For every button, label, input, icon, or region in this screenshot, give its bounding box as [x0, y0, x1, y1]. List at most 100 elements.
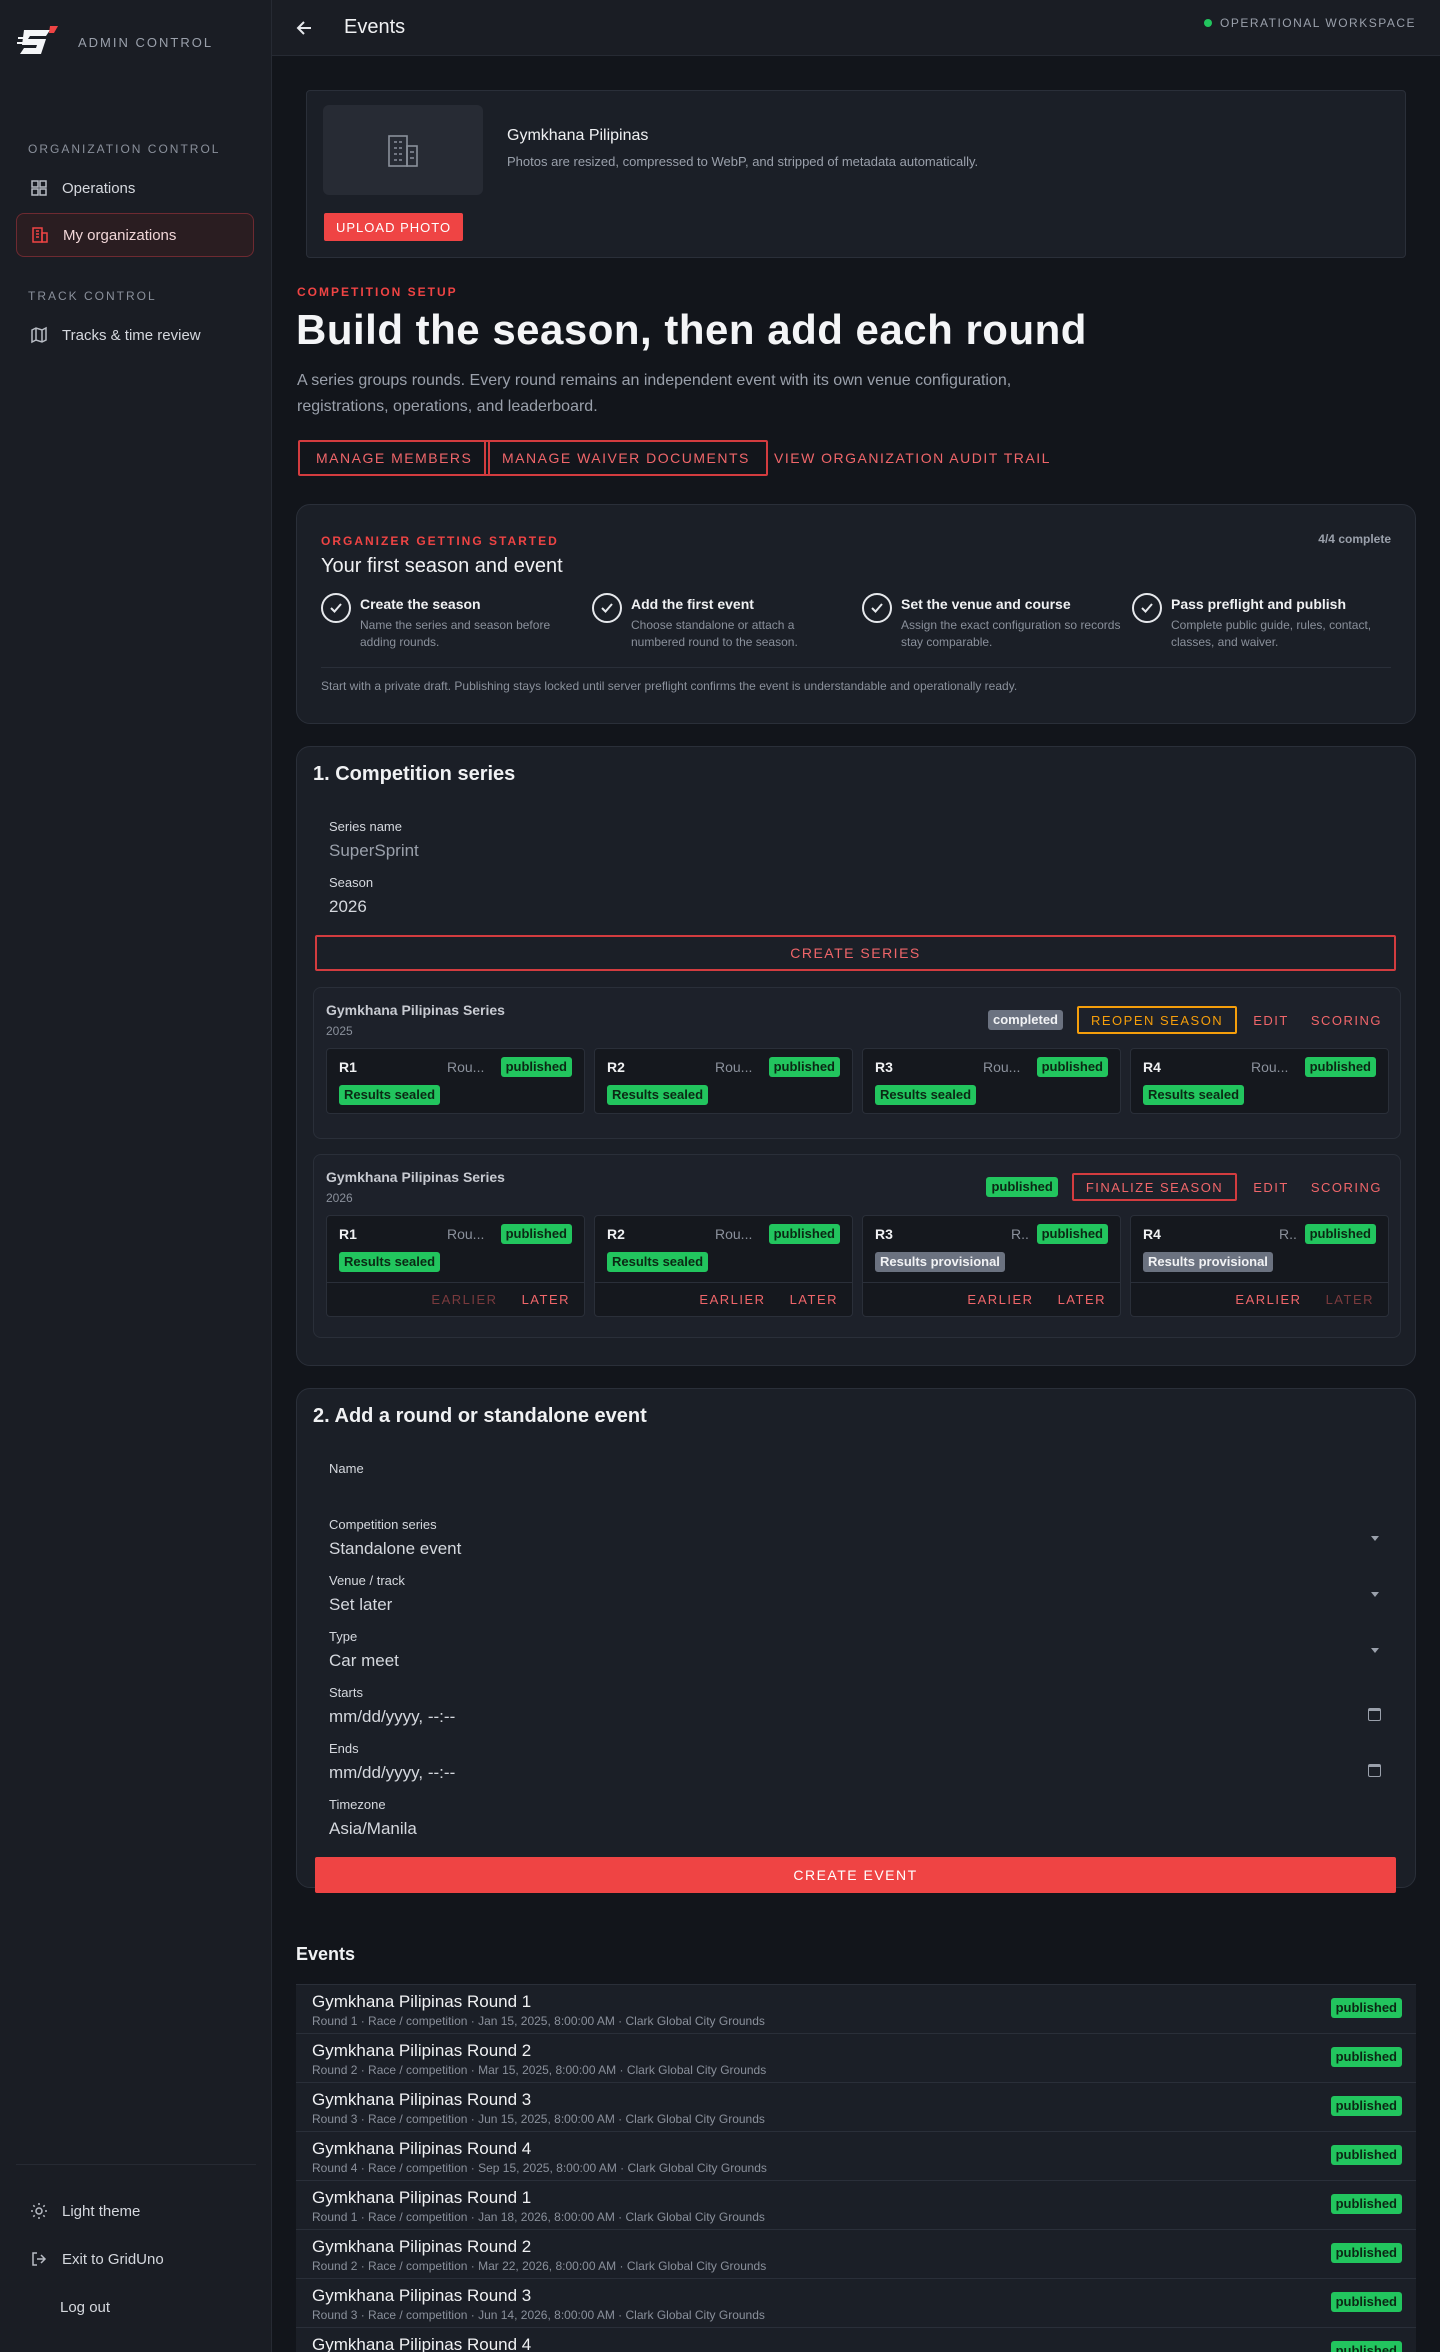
scoring-button[interactable]: SCORING: [1305, 1006, 1388, 1034]
round-card[interactable]: R1 Rou... published Results sealed: [326, 1048, 585, 1114]
round-code: R1: [339, 1226, 357, 1242]
list-item[interactable]: Gymkhana Pilipinas Round 3 Round 3 · Rac…: [296, 2278, 1416, 2327]
round-reorder: EARLIER LATER: [863, 1282, 1120, 1316]
building-placeholder-icon: [388, 135, 418, 167]
round-card[interactable]: R2 Rou... published Results sealed EARLI…: [594, 1215, 853, 1317]
calendar-icon[interactable]: [1368, 1764, 1381, 1777]
step-description: Assign the exact configuration so record…: [901, 618, 1121, 649]
sidebar-item-exit[interactable]: Exit to GridUno: [16, 2237, 254, 2281]
round-card[interactable]: R2 Rou... published Results sealed: [594, 1048, 853, 1114]
back-button[interactable]: [290, 14, 318, 42]
event-meta: Round 2 · Race / competition · Mar 22, 2…: [312, 2259, 767, 2273]
upload-photo-button[interactable]: UPLOAD PHOTO: [324, 213, 464, 241]
create-series-button[interactable]: CREATE SERIES: [315, 935, 1396, 971]
round-code: R4: [1143, 1226, 1161, 1242]
page-title: Events: [344, 16, 406, 38]
arrow-left-icon: [296, 21, 311, 35]
ends-input[interactable]: mm/dd/yyyy, --:--: [329, 1763, 455, 1783]
season-input[interactable]: 2026: [329, 897, 367, 917]
step-description: Complete public guide, rules, contact, c…: [1171, 618, 1372, 649]
check-icon: [321, 593, 351, 623]
chevron-down-icon: [1371, 1648, 1379, 1653]
move-later-button[interactable]: LATER: [1058, 1292, 1106, 1307]
list-item[interactable]: Gymkhana Pilipinas Round 2 Round 2 · Rac…: [296, 2033, 1416, 2082]
scoring-button[interactable]: SCORING: [1305, 1173, 1388, 1201]
reopen-season-button[interactable]: REOPEN SEASON: [1077, 1006, 1238, 1034]
move-earlier-button[interactable]: EARLIER: [699, 1292, 765, 1307]
event-title: Gymkhana Pilipinas Round 1: [312, 2188, 532, 2207]
sidebar-item-tracks[interactable]: Tracks & time review: [16, 313, 254, 357]
sidebar-item-logout[interactable]: Log out: [16, 2285, 254, 2329]
season-year: 2025: [326, 1024, 353, 1038]
audit-trail-link[interactable]: VIEW ORGANIZATION AUDIT TRAIL: [774, 440, 1051, 476]
type-select[interactable]: Car meet: [329, 1651, 399, 1671]
list-item[interactable]: Gymkhana Pilipinas Round 4 published: [296, 2327, 1416, 2352]
season-block-2025: Gymkhana Pilipinas Series 2025 completed…: [313, 987, 1401, 1139]
manage-waivers-button[interactable]: MANAGE WAIVER DOCUMENTS: [484, 440, 768, 476]
list-item[interactable]: Gymkhana Pilipinas Round 3 Round 3 · Rac…: [296, 2082, 1416, 2131]
photo-note: Photos are resized, compressed to WebP, …: [507, 154, 979, 169]
venue-select[interactable]: Set later: [329, 1595, 392, 1615]
building-icon: [32, 227, 48, 243]
competition-series-select[interactable]: Standalone event: [329, 1539, 461, 1559]
move-earlier-button[interactable]: EARLIER: [1235, 1292, 1301, 1307]
round-card[interactable]: R3 Rou... published Results sealed: [862, 1048, 1121, 1114]
sidebar-item-light-theme[interactable]: Light theme: [16, 2189, 254, 2233]
round-name: Rou...: [715, 1059, 753, 1075]
finalize-season-button[interactable]: FINALIZE SEASON: [1071, 1173, 1238, 1201]
published-badge: published: [1304, 1057, 1376, 1077]
status-badge: published: [1330, 2243, 1402, 2263]
status-dot-icon: [1204, 19, 1213, 27]
round-card[interactable]: R1 Rou... published Results sealed EARLI…: [326, 1215, 585, 1317]
round-card[interactable]: R3 R.. published Results provisional EAR…: [862, 1215, 1121, 1317]
manage-members-button[interactable]: MANAGE MEMBERS: [298, 440, 491, 476]
organization-name: Gymkhana Pilipinas: [507, 127, 649, 144]
workspace-status: OPERATIONAL WORKSPACE: [1204, 16, 1416, 30]
add-event-card: 2. Add a round or standalone event Name …: [296, 1388, 1416, 1893]
event-title: Gymkhana Pilipinas Round 2: [312, 2237, 532, 2256]
move-later-button[interactable]: LATER: [1326, 1292, 1374, 1307]
brand[interactable]: ADMIN CONTROL: [16, 24, 213, 60]
round-code: R2: [607, 1226, 625, 1242]
move-later-button[interactable]: LATER: [790, 1292, 838, 1307]
move-earlier-button[interactable]: EARLIER: [967, 1292, 1033, 1307]
starts-input[interactable]: mm/dd/yyyy, --:--: [329, 1707, 455, 1727]
season-name: Gymkhana Pilipinas Series: [326, 1169, 505, 1185]
series-name-input[interactable]: SuperSprint: [329, 841, 419, 861]
edit-season-button[interactable]: EDIT: [1247, 1006, 1295, 1034]
round-card[interactable]: R4 Rou... published Results sealed: [1130, 1048, 1389, 1114]
sidebar-item-label: My organizations: [63, 226, 177, 244]
series-name-label: Series name: [329, 819, 402, 834]
round-reorder: EARLIER LATER: [327, 1282, 584, 1316]
results-badge: Results provisional: [875, 1252, 1005, 1272]
timezone-input[interactable]: Asia/Manila: [329, 1819, 417, 1839]
create-event-button[interactable]: CREATE EVENT: [315, 1857, 1396, 1893]
move-later-button[interactable]: LATER: [522, 1292, 570, 1307]
event-name-input[interactable]: [329, 1483, 1389, 1505]
round-card[interactable]: R4 R.. published Results provisional EAR…: [1130, 1215, 1389, 1317]
sidebar-item-my-organizations[interactable]: My organizations: [16, 213, 254, 257]
list-item[interactable]: Gymkhana Pilipinas Round 4 Round 4 · Rac…: [296, 2131, 1416, 2180]
sidebar-item-operations[interactable]: Operations: [16, 166, 254, 210]
move-earlier-button[interactable]: EARLIER: [431, 1292, 497, 1307]
round-code: R3: [875, 1059, 893, 1075]
section-organization-control: ORGANIZATION CONTROL: [28, 142, 221, 156]
step-title: Set the venue and course: [901, 596, 1071, 612]
sidebar-divider: [16, 2164, 256, 2165]
onboarding-card: ORGANIZER GETTING STARTED 4/4 complete Y…: [296, 504, 1416, 724]
edit-season-button[interactable]: EDIT: [1247, 1173, 1295, 1201]
onboarding-eyebrow: ORGANIZER GETTING STARTED: [321, 534, 559, 548]
events-list: Gymkhana Pilipinas Round 1 Round 1 · Rac…: [296, 1984, 1416, 2352]
event-meta: Round 3 · Race / competition · Jun 14, 2…: [312, 2308, 765, 2322]
season-actions: published FINALIZE SEASON EDIT SCORING: [986, 1173, 1388, 1201]
list-item[interactable]: Gymkhana Pilipinas Round 1 Round 1 · Rac…: [296, 1984, 1416, 2033]
step-title: Add the first event: [631, 596, 754, 612]
status-badge: published: [1330, 2292, 1402, 2312]
chevron-down-icon: [1371, 1536, 1379, 1541]
sidebar-item-label: Exit to GridUno: [62, 2250, 164, 2268]
calendar-icon[interactable]: [1368, 1708, 1381, 1721]
list-item[interactable]: Gymkhana Pilipinas Round 2 Round 2 · Rac…: [296, 2229, 1416, 2278]
event-meta: Round 3 · Race / competition · Jun 15, 2…: [312, 2112, 765, 2126]
round-name: R..: [1011, 1226, 1029, 1242]
list-item[interactable]: Gymkhana Pilipinas Round 1 Round 1 · Rac…: [296, 2180, 1416, 2229]
